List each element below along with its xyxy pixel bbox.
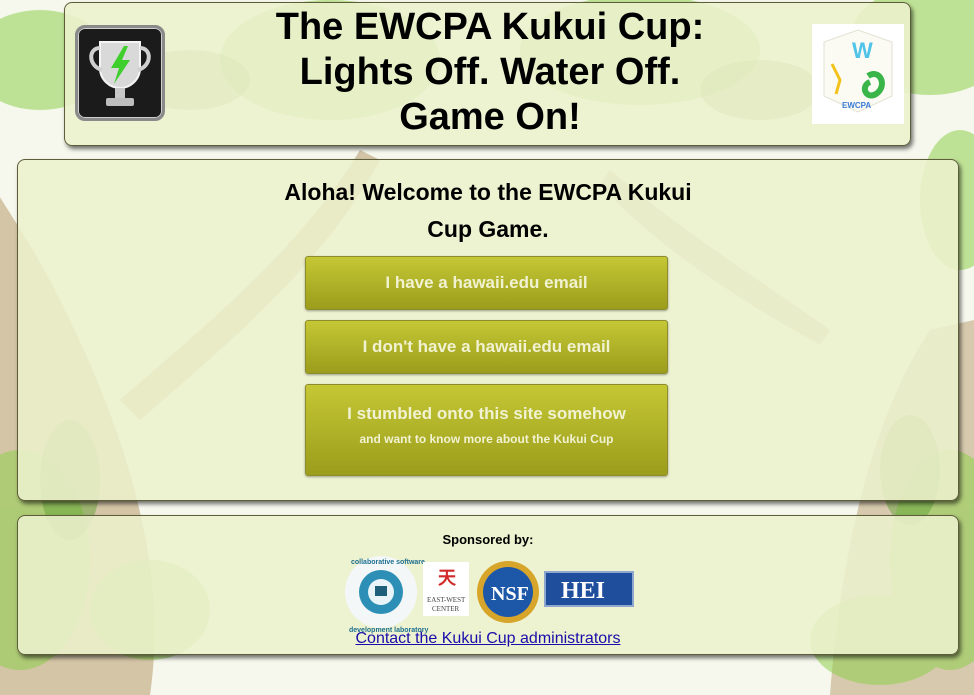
welcome-line: Aloha! Welcome to the EWCPA Kukui [284, 179, 692, 205]
learn-more-button[interactable]: I stumbled onto this site somehow and wa… [305, 384, 668, 476]
svg-text:天: 天 [438, 568, 457, 588]
welcome-line: Cup Game. [427, 216, 549, 242]
contact-admins-link[interactable]: Contact the Kukui Cup administrators [18, 630, 958, 648]
svg-text:collaborative software: collaborative software [351, 559, 425, 566]
button-label: I don't have a hawaii.edu email [362, 337, 611, 356]
title-line: Lights Off. Water Off. [299, 51, 681, 93]
hei-logo: HEI [544, 571, 634, 607]
button-label: I stumbled onto this site somehow [347, 404, 626, 423]
trophy-lightning-icon [75, 25, 165, 121]
svg-text:CENTER: CENTER [432, 605, 460, 613]
button-label: I have a hawaii.edu email [385, 273, 588, 292]
svg-text:W: W [852, 38, 873, 63]
button-sublabel: and want to know more about the Kukui Cu… [359, 432, 614, 446]
header-panel: The EWCPA Kukui Cup: Lights Off. Water O… [64, 2, 911, 146]
hawaii-email-button[interactable]: I have a hawaii.edu email [305, 256, 668, 310]
contact-link-text[interactable]: Contact the Kukui Cup administrators [355, 630, 620, 647]
sponsors-panel: Sponsored by: collaborative software dev… [17, 515, 959, 655]
svg-text:EWCPA: EWCPA [842, 101, 871, 110]
svg-text:NSF: NSF [491, 583, 529, 605]
sponsored-label: Sponsored by: [442, 532, 534, 547]
svg-text:EAST-WEST: EAST-WEST [427, 596, 466, 604]
title-line: The EWCPA Kukui Cup: [275, 6, 705, 48]
welcome-panel: Aloha! Welcome to the EWCPA Kukui Cup Ga… [17, 159, 959, 501]
csdl-logo: collaborative software development labor… [345, 556, 428, 634]
svg-text:HEI: HEI [561, 578, 605, 604]
title-line: Game On! [399, 96, 581, 138]
east-west-center-logo: 天 EAST-WEST CENTER [423, 562, 469, 616]
nsf-logo: NSF [477, 561, 539, 623]
page-title: The EWCPA Kukui Cup: Lights Off. Water O… [205, 5, 775, 140]
no-hawaii-email-button[interactable]: I don't have a hawaii.edu email [305, 320, 668, 374]
sponsor-logos: collaborative software development labor… [343, 554, 643, 634]
cube-logo: W EWCPA [812, 24, 904, 124]
welcome-heading: Aloha! Welcome to the EWCPA Kukui Cup Ga… [238, 174, 738, 248]
